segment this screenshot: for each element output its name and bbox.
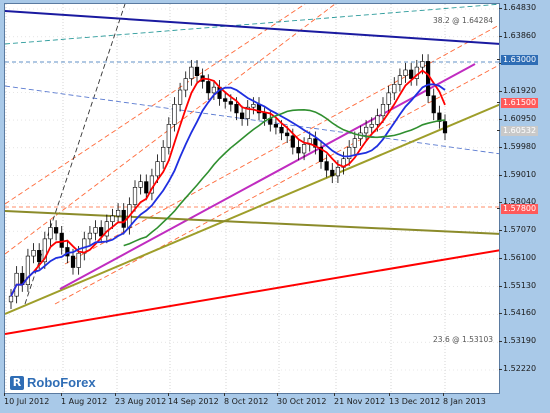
candle-body-0 bbox=[8, 295, 14, 303]
candle-body-69 bbox=[397, 75, 403, 85]
candle-body-29 bbox=[172, 104, 177, 125]
candle-body-47 bbox=[273, 124, 279, 128]
candle-body-61 bbox=[352, 138, 357, 148]
candle-body-40 bbox=[234, 104, 239, 114]
candle-body-9 bbox=[59, 232, 64, 248]
candle-body-58 bbox=[335, 167, 341, 177]
fib-label-top: 38.2 @ 1.64284 bbox=[433, 16, 493, 25]
date-tick-label: 30 Oct 2012 bbox=[277, 393, 327, 406]
price-tick-label: 1.55130 bbox=[498, 280, 537, 290]
price-tick-label: 1.63860 bbox=[498, 30, 537, 40]
candle-body-74 bbox=[425, 61, 431, 97]
candle-body-75 bbox=[431, 95, 436, 114]
price-tick-label: 1.56100 bbox=[498, 252, 537, 262]
candle-body-52 bbox=[301, 144, 307, 154]
chart-canvas bbox=[5, 4, 499, 393]
candle-body-35 bbox=[206, 81, 211, 94]
candle-body-30 bbox=[177, 89, 183, 105]
price-chart[interactable]: 38.2 @ 1.64284 23.6 @ 1.53103 bbox=[4, 3, 500, 394]
candle-body-64 bbox=[369, 124, 374, 128]
candle-body-27 bbox=[161, 146, 166, 162]
candle-body-33 bbox=[194, 66, 200, 77]
price-tick-label: 1.52220 bbox=[498, 364, 537, 373]
candle-body-32 bbox=[189, 66, 194, 79]
price-tick-label: 1.53190 bbox=[498, 336, 537, 346]
price-axis: 1.648301.638601.629201.619201.609501.599… bbox=[496, 3, 550, 394]
candle-body-68 bbox=[392, 83, 397, 94]
candle-body-31 bbox=[183, 78, 188, 91]
chart-window: 38.2 @ 1.64284 23.6 @ 1.53103 1.64830 1.6… bbox=[0, 0, 550, 413]
candle-body-70 bbox=[403, 69, 408, 77]
date-tick-label: 23 Aug 2012 bbox=[115, 393, 167, 406]
candle-body-23 bbox=[138, 181, 143, 188]
candle-body-50 bbox=[290, 135, 295, 148]
candle-body-11 bbox=[70, 255, 76, 268]
candle-body-19 bbox=[115, 209, 121, 217]
price-highlight-label: 1.63000 bbox=[496, 55, 539, 66]
candle-body-5 bbox=[37, 250, 42, 263]
candle-body-56 bbox=[324, 161, 329, 171]
candle-body-43 bbox=[251, 104, 256, 108]
candle-body-14 bbox=[87, 232, 93, 240]
price-tick-label: 1.59010 bbox=[498, 169, 537, 179]
candle-body-48 bbox=[279, 126, 284, 134]
date-tick-label: 1 Aug 2012 bbox=[61, 393, 108, 406]
price-highlight-label: 1.60532 bbox=[496, 126, 539, 137]
candle-body-4 bbox=[31, 250, 36, 257]
fib-label-bottom: 23.6 @ 1.53103 bbox=[433, 335, 493, 344]
ma-olive bbox=[5, 210, 499, 235]
candle-body-24 bbox=[144, 181, 149, 194]
ma-red bbox=[10, 69, 446, 297]
candle-body-8 bbox=[53, 227, 59, 234]
candle-body-65 bbox=[375, 115, 380, 125]
roboforex-logo: R RoboForex bbox=[10, 375, 96, 390]
candle-body-57 bbox=[330, 169, 335, 177]
price-tick-label: 1.54160 bbox=[498, 308, 537, 318]
price-tick-label: 1.60950 bbox=[498, 114, 537, 124]
candle-body-45 bbox=[262, 112, 267, 119]
candle-body-49 bbox=[285, 132, 290, 137]
price-highlight-label: 1.61500 bbox=[496, 98, 539, 109]
ma-green bbox=[123, 108, 446, 247]
candle-body-12 bbox=[76, 252, 81, 268]
candle-body-67 bbox=[386, 92, 391, 105]
candle-body-36 bbox=[211, 86, 217, 94]
candle-body-77 bbox=[442, 121, 448, 134]
candle-body-16 bbox=[99, 227, 104, 237]
candle-body-22 bbox=[132, 187, 138, 205]
candle-body-73 bbox=[420, 61, 425, 68]
candle-body-66 bbox=[380, 104, 386, 117]
date-tick-label: 8 Jan 2013 bbox=[443, 393, 486, 406]
price-tick-label: 1.59980 bbox=[498, 141, 537, 151]
price-tick-label: 1.64830 bbox=[498, 3, 537, 12]
candle-body-7 bbox=[48, 227, 53, 240]
date-tick-label: 14 Sep 2012 bbox=[168, 393, 219, 406]
price-highlight-label: 1.57800 bbox=[496, 204, 539, 215]
candle-body-41 bbox=[239, 112, 245, 119]
candle-body-28 bbox=[166, 124, 171, 148]
date-tick-label: 13 Dec 2012 bbox=[389, 393, 441, 406]
price-tick-label: 1.61920 bbox=[498, 86, 537, 96]
roboforex-mark-icon: R bbox=[10, 375, 24, 390]
candle-body-15 bbox=[93, 227, 98, 234]
candle-body-63 bbox=[363, 126, 369, 134]
watermark-text: RoboForex bbox=[27, 375, 96, 390]
candle-body-18 bbox=[110, 215, 115, 223]
price-tick-label: 1.57070 bbox=[498, 225, 537, 235]
candle-body-26 bbox=[155, 161, 160, 177]
candle-body-39 bbox=[228, 101, 233, 105]
trendline-olive bbox=[5, 103, 499, 315]
candle-body-20 bbox=[121, 209, 126, 228]
candle-body-71 bbox=[409, 69, 414, 79]
candle-body-38 bbox=[223, 98, 228, 102]
candle-body-51 bbox=[296, 146, 301, 154]
fan-line-red-3 bbox=[64, 24, 499, 265]
date-tick-label: 8 Oct 2012 bbox=[224, 393, 269, 406]
time-axis: 10 Jul 2012 1 Aug 2012 23 Aug 2012 14 Sep 2… bbox=[4, 393, 500, 413]
date-tick-label: 10 Jul 2012 bbox=[4, 393, 50, 406]
date-tick-label: 21 Nov 2012 bbox=[334, 393, 386, 406]
